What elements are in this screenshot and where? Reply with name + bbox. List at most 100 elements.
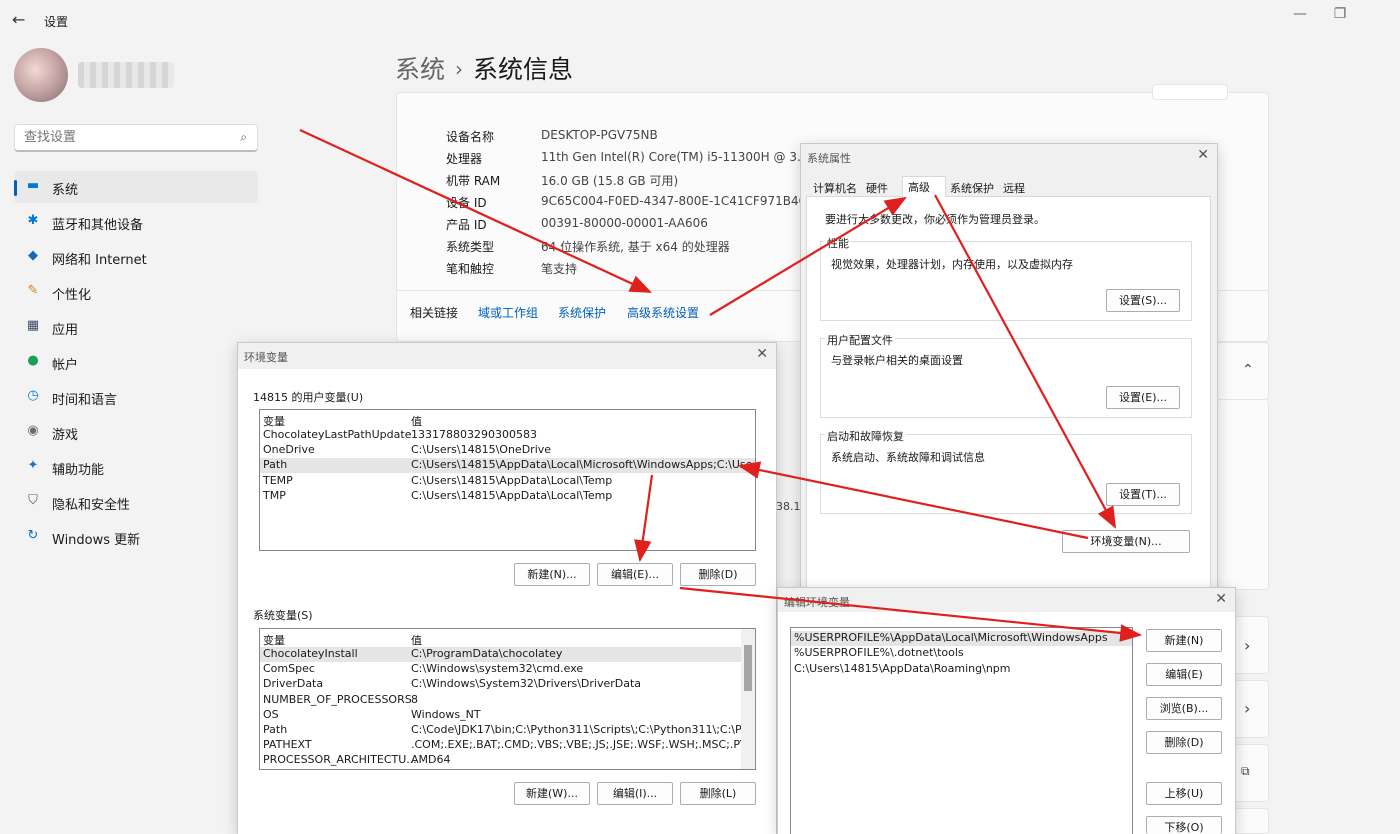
search-input[interactable]	[24, 130, 224, 145]
tab-computer-name[interactable]: 计算机名	[813, 180, 857, 196]
sidebar-item-label: 隐私和安全性	[52, 498, 131, 513]
path-new-button[interactable]: 新建(N)	[1146, 629, 1222, 652]
minimize-button[interactable]: —	[1285, 6, 1315, 22]
related-links-label: 相关链接	[410, 306, 459, 320]
tab-advanced[interactable]: 高级	[908, 179, 930, 195]
system-vars-list[interactable]: 变量 值 ChocolateyInstall C:\ProgramData\cho…	[259, 628, 756, 770]
sidebar-item-gaming[interactable]: ◉ 游戏	[14, 416, 258, 448]
breadcrumb-separator-icon: ›	[455, 57, 464, 81]
support-card-partial[interactable]	[1232, 616, 1269, 674]
sidebar-item-personalization[interactable]: ✎ 个性化	[14, 276, 258, 308]
table-row[interactable]: ComSpec C:\Windows\system32\cmd.exe	[260, 662, 755, 677]
scrollbar[interactable]	[741, 629, 755, 769]
sidebar-item-accessibility[interactable]: ✦ 辅助功能	[14, 451, 258, 483]
col-var[interactable]: 变量	[263, 413, 285, 429]
search-icon[interactable]: ⌕	[240, 130, 247, 145]
sidebar-item-privacy[interactable]: ⛉ 隐私和安全性	[14, 486, 258, 518]
chevron-right-icon[interactable]: ›	[1244, 699, 1250, 718]
user-new-button[interactable]: 新建(N)...	[514, 563, 590, 586]
table-row[interactable]: ChocolateyLastPathUpdate 1331788032903005…	[260, 428, 755, 443]
dialog-title: 环境变量	[244, 351, 288, 364]
avatar[interactable]	[14, 48, 68, 102]
tab-hardware[interactable]: 硬件	[866, 180, 888, 196]
link-advanced-system-settings[interactable]: 高级系统设置	[627, 304, 699, 321]
sidebar-item-network[interactable]: ◆ 网络和 Internet	[14, 241, 258, 273]
link-system-protection[interactable]: 系统保护	[558, 304, 606, 321]
tab-system-protection[interactable]: 系统保护	[950, 180, 994, 196]
link-domain-workgroup[interactable]: 域或工作组	[478, 304, 538, 321]
close-icon[interactable]: ✕	[1215, 591, 1227, 607]
rename-button-partial[interactable]	[1152, 84, 1228, 100]
var-value: .COM;.EXE;.BAT;.CMD;.VBS;.VBE;.JS;.JSE;.…	[411, 738, 756, 752]
table-row[interactable]: TMP C:\Users\14815\AppData\Local\Temp	[260, 489, 755, 504]
system-new-button[interactable]: 新建(W)...	[514, 782, 590, 805]
table-row[interactable]: TEMP C:\Users\14815\AppData\Local\Temp	[260, 474, 755, 489]
tab-remote[interactable]: 远程	[1003, 180, 1025, 196]
user-delete-button[interactable]: 删除(D)	[680, 563, 756, 586]
table-row[interactable]: PATHEXT .COM;.EXE;.BAT;.CMD;.VBS;.VBE;.JS…	[260, 738, 755, 753]
path-move-up-button[interactable]: 上移(U)	[1146, 782, 1222, 805]
dialog-title: 系统属性	[807, 152, 851, 165]
path-edit-button[interactable]: 编辑(E)	[1146, 663, 1222, 686]
user-name-blurred	[78, 62, 174, 88]
close-icon[interactable]: ✕	[756, 346, 768, 362]
path-entry: C:\Users\14815\AppData\Roaming\npm	[794, 661, 1011, 675]
chevron-up-icon[interactable]: ⌃	[1242, 362, 1254, 378]
list-item[interactable]: %USERPROFILE%\.dotnet\tools	[791, 646, 1132, 661]
system-delete-button[interactable]: 删除(L)	[680, 782, 756, 805]
var-value: Windows_NT	[411, 707, 481, 721]
sidebar-item-label: 游戏	[52, 428, 79, 443]
table-row[interactable]: OneDrive C:\Users\14815\OneDrive	[260, 443, 755, 458]
table-row[interactable]: PROCESSOR_ARCHITECTU... AMD64	[260, 753, 755, 768]
page-title: 系统信息	[473, 55, 574, 84]
col-val[interactable]: 值	[411, 413, 422, 429]
path-entry: %USERPROFILE%\.dotnet\tools	[794, 646, 964, 660]
spec-value: 9C65C004-F0ED-4347-800E-1C41CF971B4C	[541, 194, 807, 208]
card-partial-4[interactable]	[1232, 808, 1269, 834]
var-value: C:\Windows\System32\Drivers\DriverData	[411, 677, 642, 691]
back-arrow-icon[interactable]: ←	[12, 10, 25, 29]
path-move-down-button[interactable]: 下移(O)	[1146, 816, 1222, 834]
user-vars-list[interactable]: 变量 值 ChocolateyLastPathUpdate 13317880329…	[259, 409, 756, 551]
var-value: 8	[411, 692, 418, 706]
system-vars-title: 系统变量(S)	[253, 609, 313, 622]
profile-settings-button[interactable]: 设置(E)...	[1106, 386, 1180, 409]
gaming-icon: ◉	[27, 423, 39, 438]
var-value: C:\Users\14815\AppData\Local\Temp	[411, 488, 613, 502]
sidebar-item-apps[interactable]: ▦ 应用	[14, 311, 258, 343]
search-box[interactable]: ⌕	[14, 124, 258, 152]
col-val[interactable]: 值	[411, 632, 422, 648]
sidebar-item-time-language[interactable]: ◷ 时间和语言	[14, 381, 258, 413]
scrollbar-thumb[interactable]	[744, 645, 752, 691]
sidebar-item-system[interactable]: ▬ 系统	[14, 171, 258, 203]
restore-button[interactable]: ❐	[1325, 6, 1355, 22]
card-partial-3[interactable]	[1232, 744, 1269, 802]
breadcrumb-parent[interactable]: 系统	[395, 55, 445, 84]
table-row[interactable]: Path C:\Users\14815\AppData\Local\Microso…	[260, 458, 755, 474]
card-partial-2[interactable]	[1232, 680, 1269, 738]
list-item[interactable]: C:\Users\14815\AppData\Roaming\npm	[791, 662, 1132, 677]
external-link-icon[interactable]: ⧉	[1241, 764, 1250, 779]
admin-note: 要进行大多数更改，你必须作为管理员登录。	[825, 213, 1045, 226]
path-entries-list[interactable]: %USERPROFILE%\AppData\Local\Microsoft\Wi…	[790, 627, 1133, 834]
path-browse-button[interactable]: 浏览(B)...	[1146, 697, 1222, 720]
col-var[interactable]: 变量	[263, 632, 285, 648]
environment-variables-button[interactable]: 环境变量(N)...	[1062, 530, 1190, 553]
table-row[interactable]: ChocolateyInstall C:\ProgramData\chocolat…	[260, 647, 755, 662]
performance-settings-button[interactable]: 设置(S)...	[1106, 289, 1180, 312]
sidebar-item-bluetooth[interactable]: ✱ 蓝牙和其他设备	[14, 206, 258, 238]
table-row[interactable]: NUMBER_OF_PROCESSORS 8	[260, 693, 755, 708]
path-entry: %USERPROFILE%\AppData\Local\Microsoft\Wi…	[794, 631, 1108, 644]
user-edit-button[interactable]: 编辑(E)...	[597, 563, 673, 586]
close-icon[interactable]: ✕	[1197, 147, 1209, 163]
table-row[interactable]: DriverData C:\Windows\System32\Drivers\Dr…	[260, 677, 755, 692]
table-row[interactable]: OS Windows_NT	[260, 708, 755, 723]
path-delete-button[interactable]: 删除(D)	[1146, 731, 1222, 754]
list-item[interactable]: %USERPROFILE%\AppData\Local\Microsoft\Wi…	[791, 631, 1132, 646]
chevron-right-icon[interactable]: ›	[1244, 636, 1250, 655]
sidebar-item-accounts[interactable]: ● 帐户	[14, 346, 258, 378]
system-edit-button[interactable]: 编辑(I)...	[597, 782, 673, 805]
sidebar-item-windows-update[interactable]: ↻ Windows 更新	[14, 521, 258, 553]
startup-settings-button[interactable]: 设置(T)...	[1106, 483, 1180, 506]
table-row[interactable]: Path C:\Code\JDK17\bin;C:\Python311\Scrip…	[260, 723, 755, 738]
